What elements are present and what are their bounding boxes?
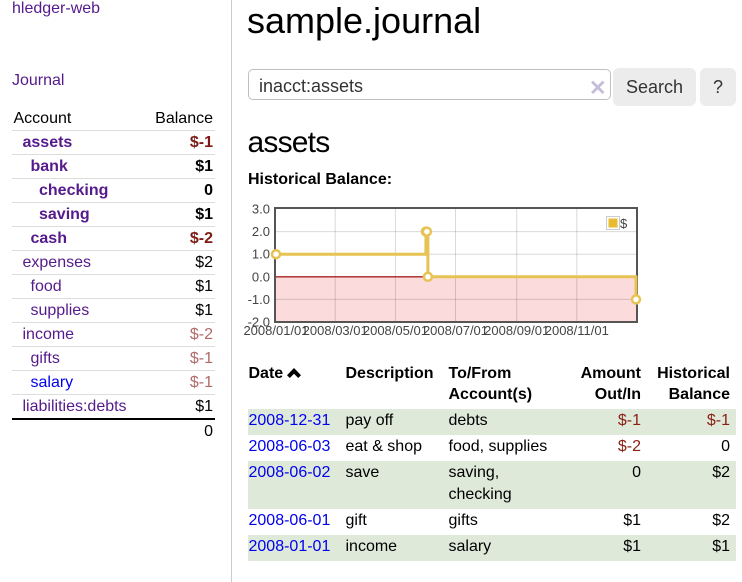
svg-text:-1.0: -1.0 <box>248 292 270 307</box>
svg-text:0.0: 0.0 <box>252 269 270 284</box>
svg-text:$: $ <box>620 216 628 231</box>
svg-text:1.0: 1.0 <box>252 247 270 262</box>
svg-text:2008/03/01: 2008/03/01 <box>303 323 368 338</box>
svg-text:2008/09/01: 2008/09/01 <box>484 323 549 338</box>
svg-text:3.0: 3.0 <box>252 202 270 217</box>
svg-text:2008/01/01: 2008/01/01 <box>243 323 308 338</box>
svg-text:2.0: 2.0 <box>252 224 270 239</box>
svg-text:2008/11/01: 2008/11/01 <box>545 323 609 338</box>
svg-text:2008/05/01: 2008/05/01 <box>363 323 428 338</box>
svg-text:2008/07/01: 2008/07/01 <box>423 323 488 338</box>
